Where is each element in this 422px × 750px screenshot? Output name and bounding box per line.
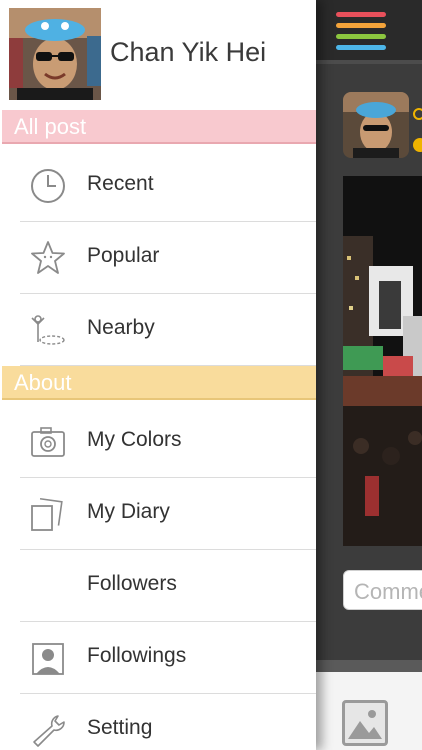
post-author-avatar[interactable] <box>343 92 409 158</box>
menu-item-label: My Diary <box>87 500 170 523</box>
menu-icon[interactable] <box>336 12 388 50</box>
menu-item-label: Popular <box>87 244 160 267</box>
profile-name: Chan Yik Hei <box>110 37 267 67</box>
avatar[interactable] <box>9 8 101 100</box>
menu-item-popular[interactable]: Popular <box>20 222 316 294</box>
location-pin-icon <box>28 310 68 350</box>
camera-icon <box>28 422 68 462</box>
menu-item-label: Followings <box>87 644 187 667</box>
menu-item-setting[interactable]: Setting <box>20 694 316 750</box>
menu-item-label: My Colors <box>87 428 182 451</box>
menu-item-nearby[interactable]: Nearby <box>20 294 316 366</box>
menu-item-followers[interactable]: Followers <box>20 550 316 622</box>
menu-item-label: Recent <box>87 172 154 195</box>
menu-item-label: Followers <box>87 572 177 595</box>
wrench-icon <box>28 710 68 750</box>
diary-icon <box>28 494 68 534</box>
status-ring-icon <box>413 108 422 120</box>
profile-header[interactable]: Chan Yik Hei <box>0 0 316 108</box>
menu-item-my-colors[interactable]: My Colors <box>20 406 316 478</box>
comment-input[interactable]: Comment <box>343 570 422 610</box>
section-header-about: About <box>2 366 316 400</box>
feed-header <box>316 0 422 64</box>
menu-item-recent[interactable]: Recent <box>20 150 316 222</box>
status-dot-icon <box>413 138 422 152</box>
bottom-bar <box>316 660 422 750</box>
menu-item-followings[interactable]: Followings <box>20 622 316 694</box>
menu-item-my-diary[interactable]: My Diary <box>20 478 316 550</box>
side-drawer: Chan Yik Hei All post Recent Popular Nea… <box>0 0 316 750</box>
clock-icon <box>28 166 68 206</box>
section-header-all-post: All post <box>2 110 316 144</box>
post-photo[interactable] <box>343 176 422 546</box>
image-icon[interactable] <box>342 700 388 746</box>
menu-item-label: Setting <box>87 716 153 739</box>
menu-item-label: Nearby <box>87 316 155 339</box>
person-icon <box>28 638 68 678</box>
star-icon <box>28 238 68 278</box>
feed-panel: Comment <box>316 0 422 750</box>
